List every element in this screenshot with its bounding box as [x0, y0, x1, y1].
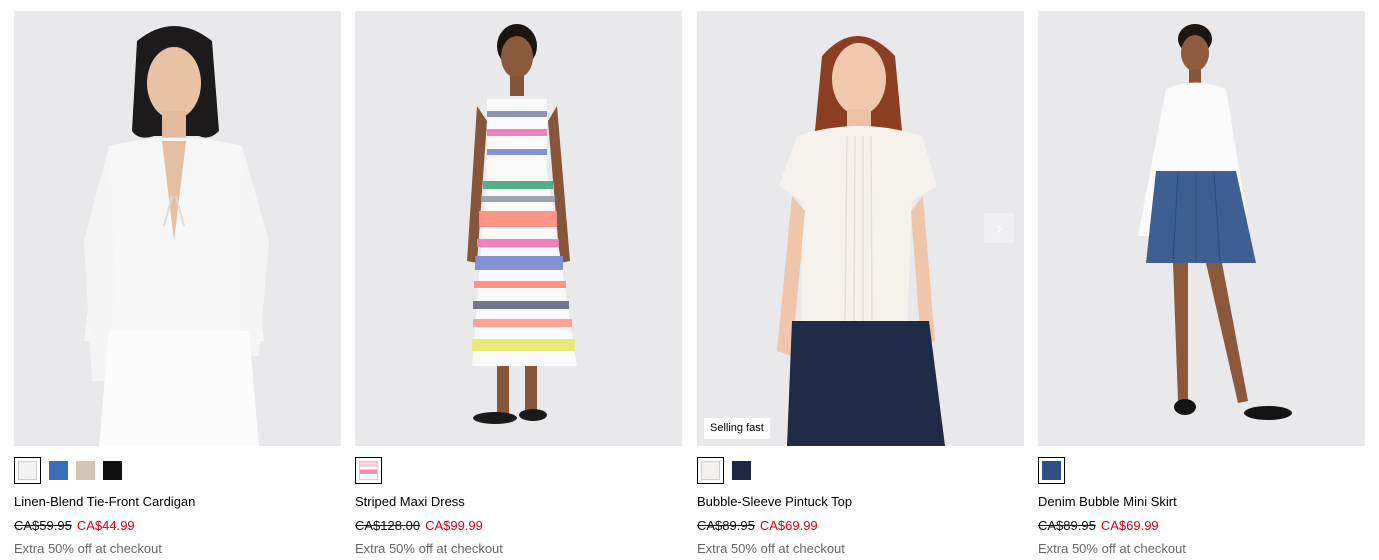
product-image[interactable] [14, 11, 341, 446]
product-name[interactable]: Striped Maxi Dress [355, 494, 682, 510]
sale-price: CA$69.99 [759, 518, 818, 533]
color-swatches [697, 457, 1024, 484]
promo-text: Extra 50% off at checkout [355, 541, 503, 556]
model-photo [1038, 11, 1365, 446]
promo-text: Extra 50% off at checkout [14, 541, 162, 556]
product-image[interactable]: Selling fast › [697, 11, 1024, 446]
promo-text: Extra 50% off at checkout [697, 541, 845, 556]
model-photo [355, 11, 682, 446]
color-swatch-denim[interactable] [1038, 457, 1065, 484]
selling-fast-badge: Selling fast [704, 418, 770, 439]
model-photo [697, 11, 1024, 446]
sale-price: CA$69.99 [1100, 518, 1159, 533]
sale-price: CA$99.99 [425, 518, 483, 533]
promo-text: Extra 50% off at checkout [1038, 541, 1186, 556]
original-price: CA$59.95 [14, 518, 72, 533]
color-swatch-black[interactable] [103, 461, 122, 480]
original-price: CA$89.95 [697, 518, 755, 533]
price-row: CA$89.95 CA$69.99 [1038, 518, 1365, 534]
product-grid: Linen-Blend Tie-Front Cardigan CA$59.95 C… [0, 0, 1379, 560]
color-swatch-white[interactable] [697, 457, 724, 484]
model-photo [14, 11, 341, 446]
original-price: CA$128.00 [355, 518, 421, 533]
product-image[interactable] [355, 11, 682, 446]
color-swatch-beige[interactable] [76, 461, 95, 480]
product-card[interactable]: Striped Maxi Dress CA$128.00 CA$99.99 Ext… [355, 11, 682, 557]
color-swatch-blue[interactable] [49, 461, 68, 480]
product-name[interactable]: Linen-Blend Tie-Front Cardigan [14, 494, 341, 510]
product-card[interactable]: Linen-Blend Tie-Front Cardigan CA$59.95 C… [14, 11, 341, 557]
product-card[interactable]: Denim Bubble Mini Skirt CA$89.95 CA$69.99… [1038, 11, 1365, 557]
sale-price: CA$44.99 [76, 518, 135, 533]
original-price: CA$89.95 [1038, 518, 1096, 533]
color-swatches [355, 457, 682, 484]
chevron-right-icon: › [996, 217, 1002, 238]
color-swatch-navy[interactable] [732, 461, 751, 480]
color-swatches [1038, 457, 1365, 484]
color-swatch-white[interactable] [14, 457, 41, 484]
color-swatch-multi-stripe[interactable] [355, 457, 382, 484]
product-name[interactable]: Denim Bubble Mini Skirt [1038, 494, 1365, 510]
product-name[interactable]: Bubble-Sleeve Pintuck Top [697, 494, 1024, 510]
product-image[interactable] [1038, 11, 1365, 446]
price-row: CA$59.95 CA$44.99 [14, 518, 341, 534]
price-row: CA$128.00 CA$99.99 [355, 518, 682, 534]
color-swatches [14, 457, 341, 484]
product-card[interactable]: Selling fast › Bubble-Sleeve Pintuck Top… [697, 11, 1024, 557]
next-image-button[interactable]: › [984, 213, 1014, 243]
price-row: CA$89.95 CA$69.99 [697, 518, 1024, 534]
